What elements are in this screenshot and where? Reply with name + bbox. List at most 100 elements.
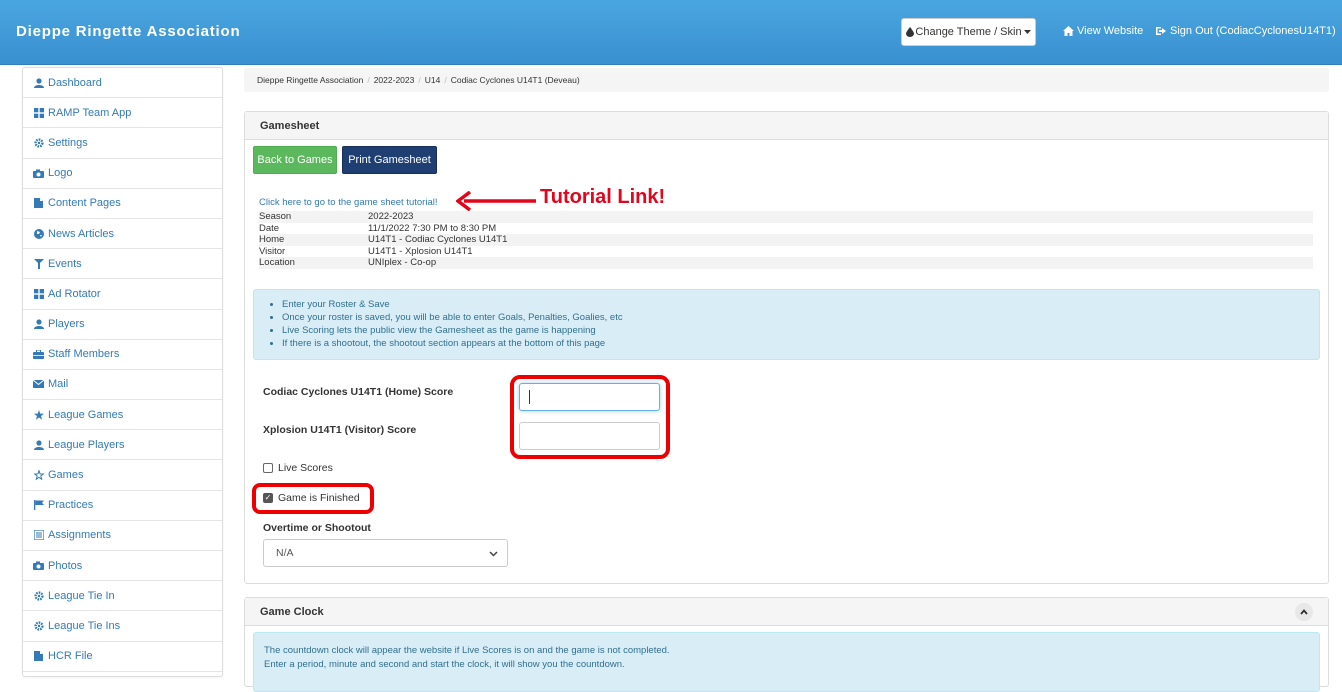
sidebar: Dashboard RAMP Team App Settings Logo Conten…: [22, 67, 223, 677]
gear-icon: [33, 137, 44, 148]
camera-icon: [33, 168, 44, 179]
sidebar-item-dashboard[interactable]: Dashboard: [23, 68, 222, 99]
sidebar-item-label: League Games: [48, 408, 124, 421]
info-key: Home: [259, 234, 285, 245]
grid-icon: [33, 288, 44, 299]
game-clock-title: Game Clock: [260, 605, 324, 618]
tutorial-link[interactable]: Click here to go to the game sheet tutor…: [259, 197, 438, 208]
info-value: 11/1/2022 7:30 PM to 8:30 PM: [368, 222, 497, 234]
grid-icon: [33, 107, 44, 118]
breadcrumb-item[interactable]: Dieppe Ringette Association: [257, 75, 363, 85]
collapse-button[interactable]: [1295, 603, 1313, 621]
instruction-item: Enter your Roster & Save: [282, 298, 1319, 311]
gear-icon: [33, 590, 44, 601]
chevron-up-icon: [1300, 609, 1308, 615]
sidebar-item-ad-rotator[interactable]: Ad Rotator: [23, 279, 222, 310]
sidebar-item-content-pages[interactable]: Content Pages: [23, 189, 222, 219]
sidebar-item-events[interactable]: Events: [23, 249, 222, 280]
tint-icon: [904, 27, 915, 38]
instruction-item: If there is a shootout, the shootout sec…: [282, 337, 1319, 350]
clock-info-line: The countdown clock will appear the webs…: [264, 645, 670, 656]
filter-icon: [33, 258, 44, 269]
annotation-arrow-icon: [456, 191, 536, 211]
sidebar-item-label: League Tie Ins: [48, 619, 121, 632]
star-icon: [33, 409, 44, 420]
sidebar-item-league-players[interactable]: League Players: [23, 430, 222, 461]
sidebar-item-staff-members[interactable]: Staff Members: [23, 340, 222, 370]
sidebar-item-games[interactable]: Games: [23, 460, 222, 491]
list-icon: [33, 530, 44, 541]
sidebar-item-assignments[interactable]: Assignments: [23, 521, 222, 551]
instructions-alert: Enter your Roster & Save Once your roste…: [253, 289, 1320, 360]
sidebar-item-ramp-team-app[interactable]: RAMP Team App: [23, 98, 222, 129]
user-icon: [33, 319, 44, 330]
breadcrumb: Dieppe Ringette Association/ 2022-2023/ …: [244, 68, 1329, 92]
file-icon: [33, 651, 44, 662]
sidebar-item-label: Assignments: [48, 529, 111, 542]
checkbox-unchecked-icon: [263, 463, 273, 473]
sidebar-item-label: Players: [48, 318, 85, 331]
change-theme-label: Change Theme / Skin: [915, 26, 1022, 38]
visitor-score-label: Xplosion U14T1 (Visitor) Score: [263, 424, 417, 436]
user-icon: [33, 77, 44, 88]
live-scores-label: Live Scores: [278, 462, 333, 474]
game-info-table: Season 2022-2023 Date 11/1/2022 7:30 PM …: [259, 211, 1313, 269]
chevron-down-icon: [489, 548, 498, 560]
breadcrumb-item[interactable]: 2022-2023: [374, 75, 415, 85]
info-key: Location: [259, 257, 295, 268]
info-key: Date: [259, 222, 280, 234]
sidebar-item-label: Photos: [48, 559, 83, 572]
sidebar-item-league-tie-ins[interactable]: League Tie Ins: [23, 611, 222, 642]
breadcrumb-item: Codiac Cyclones U14T1 (Deveau): [450, 75, 580, 85]
flag-icon: [33, 500, 44, 511]
home-score-label: Codiac Cyclones U14T1 (Home) Score: [263, 386, 454, 398]
sidebar-item-label: League Players: [48, 438, 125, 451]
sidebar-item-mail[interactable]: Mail: [23, 370, 222, 401]
sidebar-item-label: Events: [48, 257, 82, 270]
sidebar-item-label: Content Pages: [48, 197, 121, 210]
view-website-label: View Website: [1077, 25, 1144, 37]
print-gamesheet-button[interactable]: Print Gamesheet: [342, 146, 437, 174]
table-row: Season 2022-2023: [259, 211, 1313, 223]
table-row: Visitor U14T1 - Xplosion U14T1: [259, 246, 1313, 258]
sidebar-item-label: Games: [48, 469, 84, 482]
sidebar-item-logo[interactable]: Logo: [23, 159, 222, 189]
sidebar-item-news-articles[interactable]: News Articles: [23, 219, 222, 250]
file-icon: [33, 198, 44, 209]
envelope-icon: [33, 379, 44, 390]
live-scores-checkbox[interactable]: Live Scores: [263, 462, 333, 474]
info-value: 2022-2023: [368, 211, 414, 222]
score-highlight-annotation: [510, 375, 670, 459]
sidebar-item-label: RAMP Team App: [48, 106, 132, 119]
change-theme-button[interactable]: Change Theme / Skin: [901, 18, 1036, 46]
sidebar-item-label: Settings: [48, 136, 88, 149]
sidebar-item-label: Mail: [48, 378, 69, 391]
sidebar-item-label: Dashboard: [48, 76, 102, 89]
sidebar-item-photos[interactable]: Photos: [23, 551, 222, 582]
sidebar-item-hcr-file[interactable]: HCR File: [23, 642, 222, 672]
camera-icon: [33, 560, 44, 571]
sidebar-item-label: Logo: [48, 167, 73, 180]
overtime-label: Overtime or Shootout: [263, 522, 371, 534]
finished-highlight-annotation: [252, 483, 374, 514]
sidebar-item-league-tie-in[interactable]: League Tie In: [23, 581, 222, 612]
user-icon: [33, 439, 44, 450]
info-value: U14T1 - Xplosion U14T1: [368, 245, 473, 257]
sign-out-link[interactable]: Sign Out (CodiacCyclonesU14T1): [1156, 25, 1336, 37]
sidebar-item-practices[interactable]: Practices: [23, 491, 222, 521]
sidebar-item-label: Practices: [48, 499, 94, 512]
sidebar-item-league-games[interactable]: League Games: [23, 400, 222, 431]
sign-out-icon: [1156, 26, 1167, 37]
caret-down-icon: [1022, 27, 1033, 38]
star-outline-icon: [33, 470, 44, 481]
sidebar-item-label: Ad Rotator: [48, 287, 101, 300]
overtime-select[interactable]: N/A: [263, 539, 508, 567]
back-to-games-button[interactable]: Back to Games: [253, 146, 337, 174]
app-title[interactable]: Dieppe Ringette Association: [16, 23, 240, 40]
view-website-link[interactable]: View Website: [1063, 25, 1143, 37]
home-icon: [1063, 26, 1074, 37]
game-clock-alert: The countdown clock will appear the webs…: [253, 632, 1320, 692]
sidebar-item-settings[interactable]: Settings: [23, 128, 222, 159]
breadcrumb-item[interactable]: U14: [425, 75, 441, 85]
sidebar-item-players[interactable]: Players: [23, 310, 222, 340]
